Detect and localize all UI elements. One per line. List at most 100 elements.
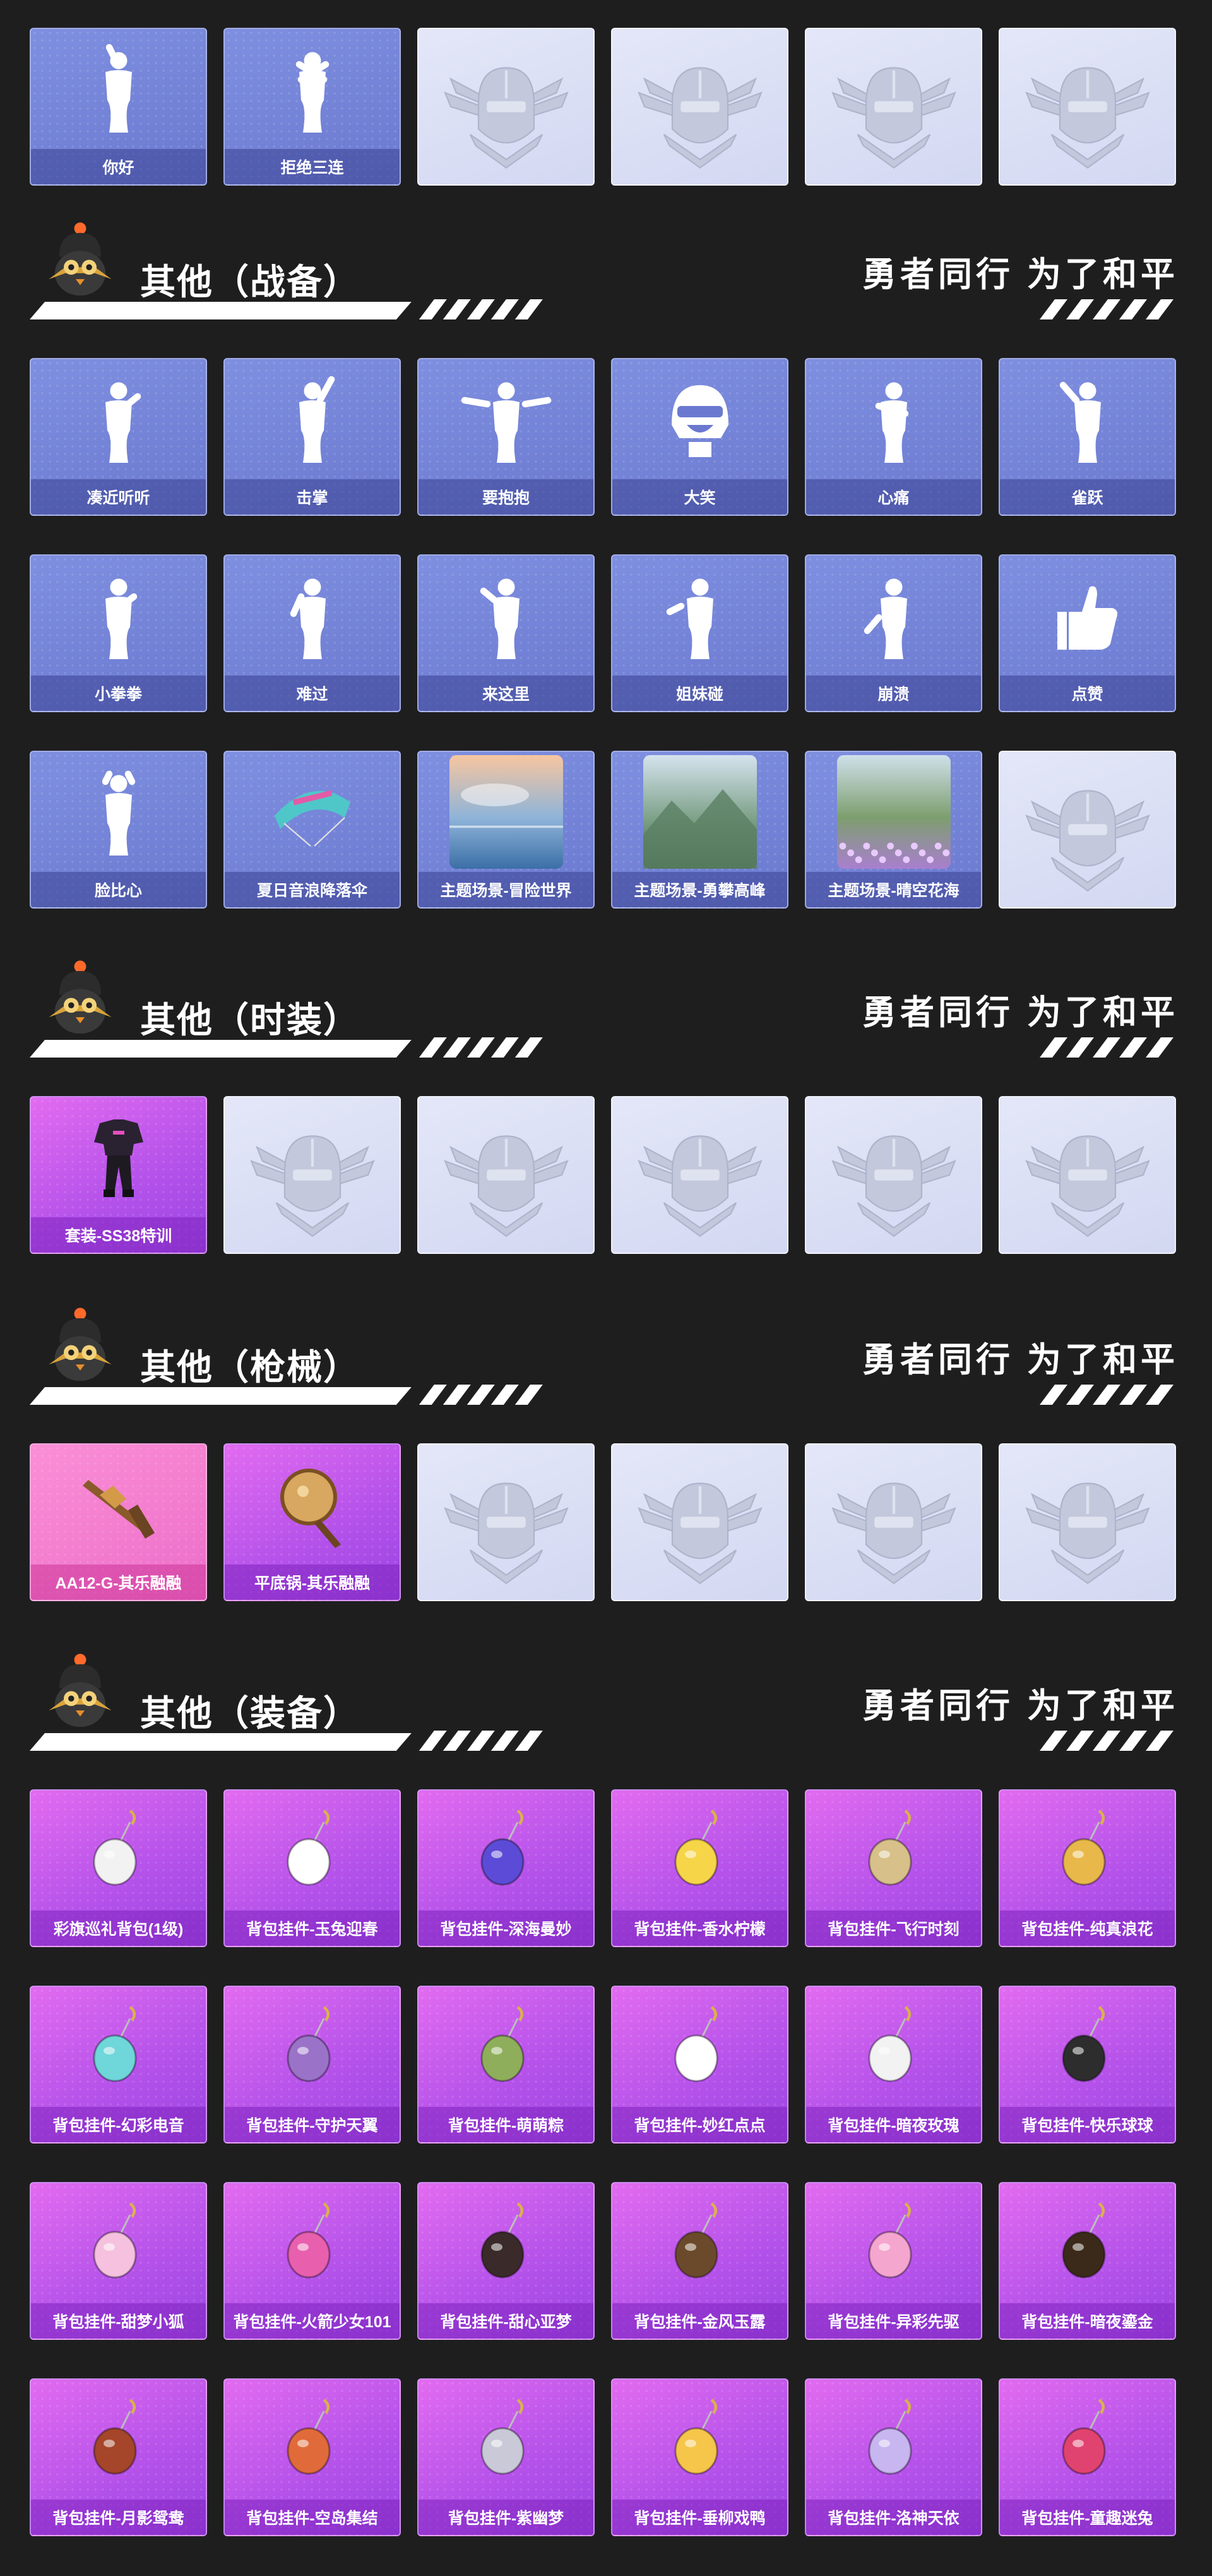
item-label: 点赞	[1000, 676, 1175, 711]
listen-pose-icon	[105, 382, 141, 463]
duck-charm-icon	[674, 2399, 718, 2475]
item-tile[interactable]: 背包挂件-守护天翼	[223, 1986, 401, 2144]
plane-charm-icon	[868, 1810, 912, 1886]
item-tile[interactable]: 崩溃	[805, 554, 982, 712]
mascot-icon	[49, 1654, 112, 1727]
item-tile[interactable]: 套装-SS38特训	[30, 1096, 207, 1254]
item-row: 背包挂件-甜梦小狐 背包挂件-火箭少女101 背包挂件-甜心亚梦 背包挂件-金风玉露背…	[30, 2182, 1176, 2340]
item-tile[interactable]: 主题场景-冒险世界	[417, 751, 595, 909]
item-tile[interactable]: 背包挂件-暗夜玫瑰	[805, 1986, 982, 2144]
item-tile[interactable]: 难过	[223, 554, 401, 712]
item-tile[interactable]: 平底锅-其乐融融	[223, 1443, 401, 1601]
item-tile[interactable]: 背包挂件-金风玉露	[611, 2182, 788, 2340]
helmet-emblem-icon	[249, 1135, 375, 1237]
empty-item-slot[interactable]	[999, 751, 1176, 909]
item-tile[interactable]: 背包挂件-暗夜鎏金	[999, 2182, 1176, 2340]
item-tile[interactable]: 彩旗巡礼背包(1级)	[30, 1789, 207, 1947]
cross-arms-pose-icon	[295, 52, 329, 133]
item-tile[interactable]: 心痛	[805, 358, 982, 516]
wave-pose-icon	[105, 44, 132, 133]
section-header: 其他（枪械） 勇者同行 为了和平	[30, 1306, 1179, 1407]
laugh-helmet-icon	[671, 385, 728, 457]
mascot-icon	[49, 960, 112, 1034]
item-tile[interactable]: 脸比心	[30, 751, 207, 909]
empty-item-slot[interactable]	[805, 1096, 982, 1254]
item-tile[interactable]: 背包挂件-玉兔迎春	[223, 1789, 401, 1947]
item-tile[interactable]: 拒绝三连	[223, 28, 401, 186]
slogan-text: 勇者同行 为了和平	[862, 256, 1179, 294]
item-art	[806, 1791, 981, 1911]
item-label: 来这里	[419, 676, 593, 711]
slogan-stripes	[1040, 1728, 1179, 1751]
item-tile[interactable]: 背包挂件-异彩先驱	[805, 2182, 982, 2340]
empty-item-slot[interactable]	[417, 1096, 595, 1254]
item-tile[interactable]: 背包挂件-妙红点点	[611, 1986, 788, 2144]
item-tile[interactable]: 背包挂件-空岛集结	[223, 2378, 401, 2536]
empty-item-slot[interactable]	[611, 28, 788, 186]
item-tile[interactable]: 背包挂件-飞行时刻	[805, 1789, 982, 1947]
item-art	[31, 1097, 206, 1217]
item-row: 脸比心 夏日音浪降落伞 主题场景-冒险世界 主题场景-勇攀高峰 主题场景-晴空花海	[30, 751, 1176, 909]
item-tile[interactable]: 背包挂件-垂柳戏鸭	[611, 2378, 788, 2536]
item-label: 你好	[31, 149, 206, 184]
item-row: 你好 拒绝三连	[30, 28, 1176, 186]
item-label: 背包挂件-妙红点点	[612, 2107, 787, 2142]
empty-item-slot[interactable]	[417, 28, 595, 186]
item-tile[interactable]: 点赞	[999, 554, 1176, 712]
empty-item-slot[interactable]	[611, 1443, 788, 1601]
sad-pose-icon	[290, 578, 326, 659]
item-row: 凑近听听 击掌 要抱抱 大笑 心痛 雀跃	[30, 358, 1176, 516]
helmet-emblem-icon	[1025, 1135, 1150, 1237]
item-tile[interactable]: 主题场景-勇攀高峰	[611, 751, 788, 909]
item-tile[interactable]: 背包挂件-火箭少女101	[223, 2182, 401, 2340]
item-tile[interactable]: 背包挂件-月影鸳鸯	[30, 2378, 207, 2536]
item-art	[225, 1791, 400, 1911]
item-art	[31, 1445, 206, 1565]
item-tile[interactable]: 击掌	[223, 358, 401, 516]
empty-item-slot[interactable]	[417, 1443, 595, 1601]
item-tile[interactable]: 背包挂件-童趣迷兔	[999, 2378, 1176, 2536]
item-art	[1000, 1097, 1175, 1253]
helmet-emblem-icon	[443, 1482, 569, 1585]
empty-item-slot[interactable]	[805, 28, 982, 186]
empty-item-slot[interactable]	[611, 1096, 788, 1254]
item-tile[interactable]: 雀跃	[999, 358, 1176, 516]
item-tile[interactable]: 背包挂件-深海曼妙	[417, 1789, 595, 1947]
empty-item-slot[interactable]	[999, 1096, 1176, 1254]
item-tile[interactable]: 要抱抱	[417, 358, 595, 516]
item-tile[interactable]: 背包挂件-萌萌粽	[417, 1986, 595, 2144]
item-row: 背包挂件-月影鸳鸯 背包挂件-空岛集结 背包挂件-紫幽梦 背包挂件-垂柳戏鸭 背包挂件-…	[30, 2378, 1176, 2536]
empty-item-slot[interactable]	[223, 1096, 401, 1254]
empty-item-slot[interactable]	[805, 1443, 982, 1601]
item-tile[interactable]: 背包挂件-甜梦小狐	[30, 2182, 207, 2340]
empty-item-slot[interactable]	[999, 1443, 1176, 1601]
item-tile[interactable]: 大笑	[611, 358, 788, 516]
item-tile[interactable]: 背包挂件-纯真浪花	[999, 1789, 1176, 1947]
item-tile[interactable]: AA12-G-其乐融融	[30, 1443, 207, 1601]
item-tile[interactable]: 背包挂件-洛神天依	[805, 2378, 982, 2536]
item-tile[interactable]: 背包挂件-甜心亚梦	[417, 2182, 595, 2340]
item-art	[419, 1791, 593, 1911]
item-art	[31, 1791, 206, 1911]
item-art	[419, 752, 593, 872]
outfit-icon	[93, 1119, 143, 1197]
item-tile[interactable]: 背包挂件-幻彩电音	[30, 1986, 207, 2144]
item-tile[interactable]: 背包挂件-快乐球球	[999, 1986, 1176, 2144]
item-tile[interactable]: 小拳拳	[30, 554, 207, 712]
item-label: 脸比心	[31, 872, 206, 907]
helmet-emblem-icon	[637, 1135, 763, 1237]
item-tile[interactable]: 来这里	[417, 554, 595, 712]
bunny-charm-icon	[868, 2006, 912, 2082]
item-tile[interactable]: 背包挂件-香水柠檬	[611, 1789, 788, 1947]
item-tile[interactable]: 背包挂件-紫幽梦	[417, 2378, 595, 2536]
item-tile[interactable]: 凑近听听	[30, 358, 207, 516]
item-tile[interactable]: 夏日音浪降落伞	[223, 751, 401, 909]
section-header: 其他（时装） 勇者同行 为了和平	[30, 959, 1179, 1060]
empty-item-slot[interactable]	[999, 28, 1176, 186]
item-tile[interactable]: 你好	[30, 28, 207, 186]
item-tile[interactable]: 主题场景-晴空花海	[805, 751, 982, 909]
helmet-emblem-icon	[443, 67, 569, 169]
item-label: 平底锅-其乐融融	[225, 1565, 400, 1600]
item-tile[interactable]: 姐妹碰	[611, 554, 788, 712]
backpack-icon	[93, 1810, 136, 1886]
